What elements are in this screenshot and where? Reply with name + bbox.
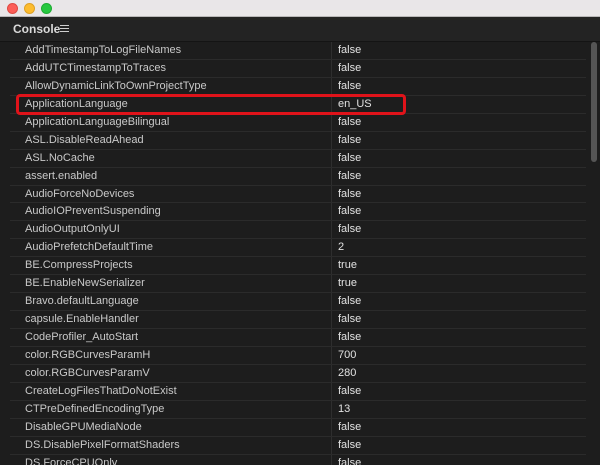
console-table: AddTimestampToLogFileNames false AddUTCTim…: [0, 42, 600, 465]
table-row[interactable]: AudioPrefetchDefaultTime 2: [10, 239, 586, 258]
console-window: Console AddTimestampToLogFileNames false A…: [0, 0, 600, 465]
panel-header: Console: [0, 17, 600, 42]
scrollbar[interactable]: [590, 42, 598, 465]
row-value[interactable]: false: [332, 150, 586, 167]
row-key: color.RGBCurvesParamH: [10, 346, 332, 364]
table-row[interactable]: color.RGBCurvesParamV 280: [10, 364, 586, 383]
row-key: BE.EnableNewSerializer: [10, 275, 332, 293]
table-row[interactable]: AudioOutputOnlyUI false: [10, 221, 586, 240]
row-key: ASL.DisableReadAhead: [10, 131, 332, 149]
row-value[interactable]: true: [332, 257, 586, 274]
title-bar: [0, 0, 600, 17]
row-value[interactable]: false: [332, 168, 586, 185]
table-row[interactable]: ASL.NoCache false: [10, 149, 586, 168]
table-row[interactable]: CodeProfiler_AutoStart false: [10, 329, 586, 347]
row-value[interactable]: false: [332, 311, 586, 328]
row-value[interactable]: 700: [332, 347, 586, 364]
table-row[interactable]: AudioIOPreventSuspending false: [10, 203, 586, 222]
row-key: Bravo.defaultLanguage: [10, 293, 332, 311]
row-key: DS.DisablePixelFormatShaders: [10, 436, 332, 454]
row-key: AddTimestampToLogFileNames: [10, 42, 332, 59]
row-value[interactable]: false: [332, 78, 586, 95]
table-row[interactable]: BE.EnableNewSerializer true: [10, 275, 586, 294]
row-value[interactable]: false: [332, 60, 586, 77]
row-value[interactable]: false: [332, 42, 586, 59]
console-rows: AddTimestampToLogFileNames false AddUTCTim…: [10, 42, 586, 465]
row-value[interactable]: false: [332, 132, 586, 149]
table-row[interactable]: DS.DisablePixelFormatShaders false: [10, 436, 586, 455]
row-key: AllowDynamicLinkToOwnProjectType: [10, 77, 332, 95]
row-value[interactable]: false: [332, 383, 586, 400]
row-value[interactable]: false: [332, 329, 586, 346]
row-key: color.RGBCurvesParamV: [10, 364, 332, 382]
row-key: AddUTCTimestampToTraces: [10, 59, 332, 77]
row-key: AudioOutputOnlyUI: [10, 221, 332, 239]
table-row[interactable]: Bravo.defaultLanguage false: [10, 293, 586, 312]
table-row[interactable]: AllowDynamicLinkToOwnProjectType false: [10, 77, 586, 96]
row-key: CodeProfiler_AutoStart: [10, 329, 332, 346]
row-key: assert.enabled: [10, 167, 332, 185]
table-row[interactable]: ApplicationLanguage en_US: [10, 95, 586, 114]
table-row[interactable]: ApplicationLanguageBilingual false: [10, 113, 586, 132]
row-key: ASL.NoCache: [10, 149, 332, 167]
row-value[interactable]: 13: [332, 401, 586, 418]
row-value[interactable]: false: [332, 221, 586, 238]
table-row[interactable]: AudioForceNoDevices false: [10, 185, 586, 204]
row-value[interactable]: true: [332, 275, 586, 292]
table-row[interactable]: AddUTCTimestampToTraces false: [10, 59, 586, 78]
row-key: AudioForceNoDevices: [10, 185, 332, 203]
row-key: DS.ForceCPUOnly: [10, 454, 332, 465]
row-key: CTPreDefinedEncodingType: [10, 400, 332, 418]
row-key: ApplicationLanguageBilingual: [10, 113, 332, 131]
table-row[interactable]: BE.CompressProjects true: [10, 257, 586, 276]
table-row[interactable]: DisableGPUMediaNode false: [10, 418, 586, 437]
row-key: AudioIOPreventSuspending: [10, 203, 332, 221]
table-row[interactable]: capsule.EnableHandler false: [10, 311, 586, 329]
row-value[interactable]: false: [332, 114, 586, 131]
row-value[interactable]: 280: [332, 365, 586, 382]
row-value[interactable]: false: [332, 419, 586, 436]
row-value[interactable]: false: [332, 203, 586, 220]
row-value[interactable]: en_US: [332, 96, 586, 113]
row-key: ApplicationLanguage: [10, 95, 332, 113]
row-value[interactable]: false: [332, 186, 586, 203]
table-row[interactable]: CTPreDefinedEncodingType 13: [10, 400, 586, 419]
panel-title: Console: [13, 22, 61, 36]
row-value[interactable]: false: [332, 455, 586, 465]
row-key: capsule.EnableHandler: [10, 311, 332, 328]
row-key: BE.CompressProjects: [10, 257, 332, 275]
table-row[interactable]: AddTimestampToLogFileNames false: [10, 42, 586, 60]
table-row[interactable]: DS.ForceCPUOnly false: [10, 454, 586, 465]
row-value[interactable]: 2: [332, 239, 586, 256]
table-row[interactable]: ASL.DisableReadAhead false: [10, 131, 586, 150]
table-row[interactable]: CreateLogFilesThatDoNotExist false: [10, 382, 586, 401]
row-value[interactable]: false: [332, 293, 586, 310]
zoom-window-button[interactable]: [41, 3, 52, 14]
minimize-window-button[interactable]: [24, 3, 35, 14]
table-row[interactable]: color.RGBCurvesParamH 700: [10, 346, 586, 365]
table-row[interactable]: assert.enabled false: [10, 167, 586, 186]
row-key: CreateLogFilesThatDoNotExist: [10, 382, 332, 400]
hamburger-menu-icon[interactable]: [60, 25, 69, 33]
row-key: DisableGPUMediaNode: [10, 418, 332, 436]
close-window-button[interactable]: [7, 3, 18, 14]
scrollbar-thumb[interactable]: [591, 42, 597, 162]
row-key: AudioPrefetchDefaultTime: [10, 239, 332, 257]
row-value[interactable]: false: [332, 437, 586, 454]
